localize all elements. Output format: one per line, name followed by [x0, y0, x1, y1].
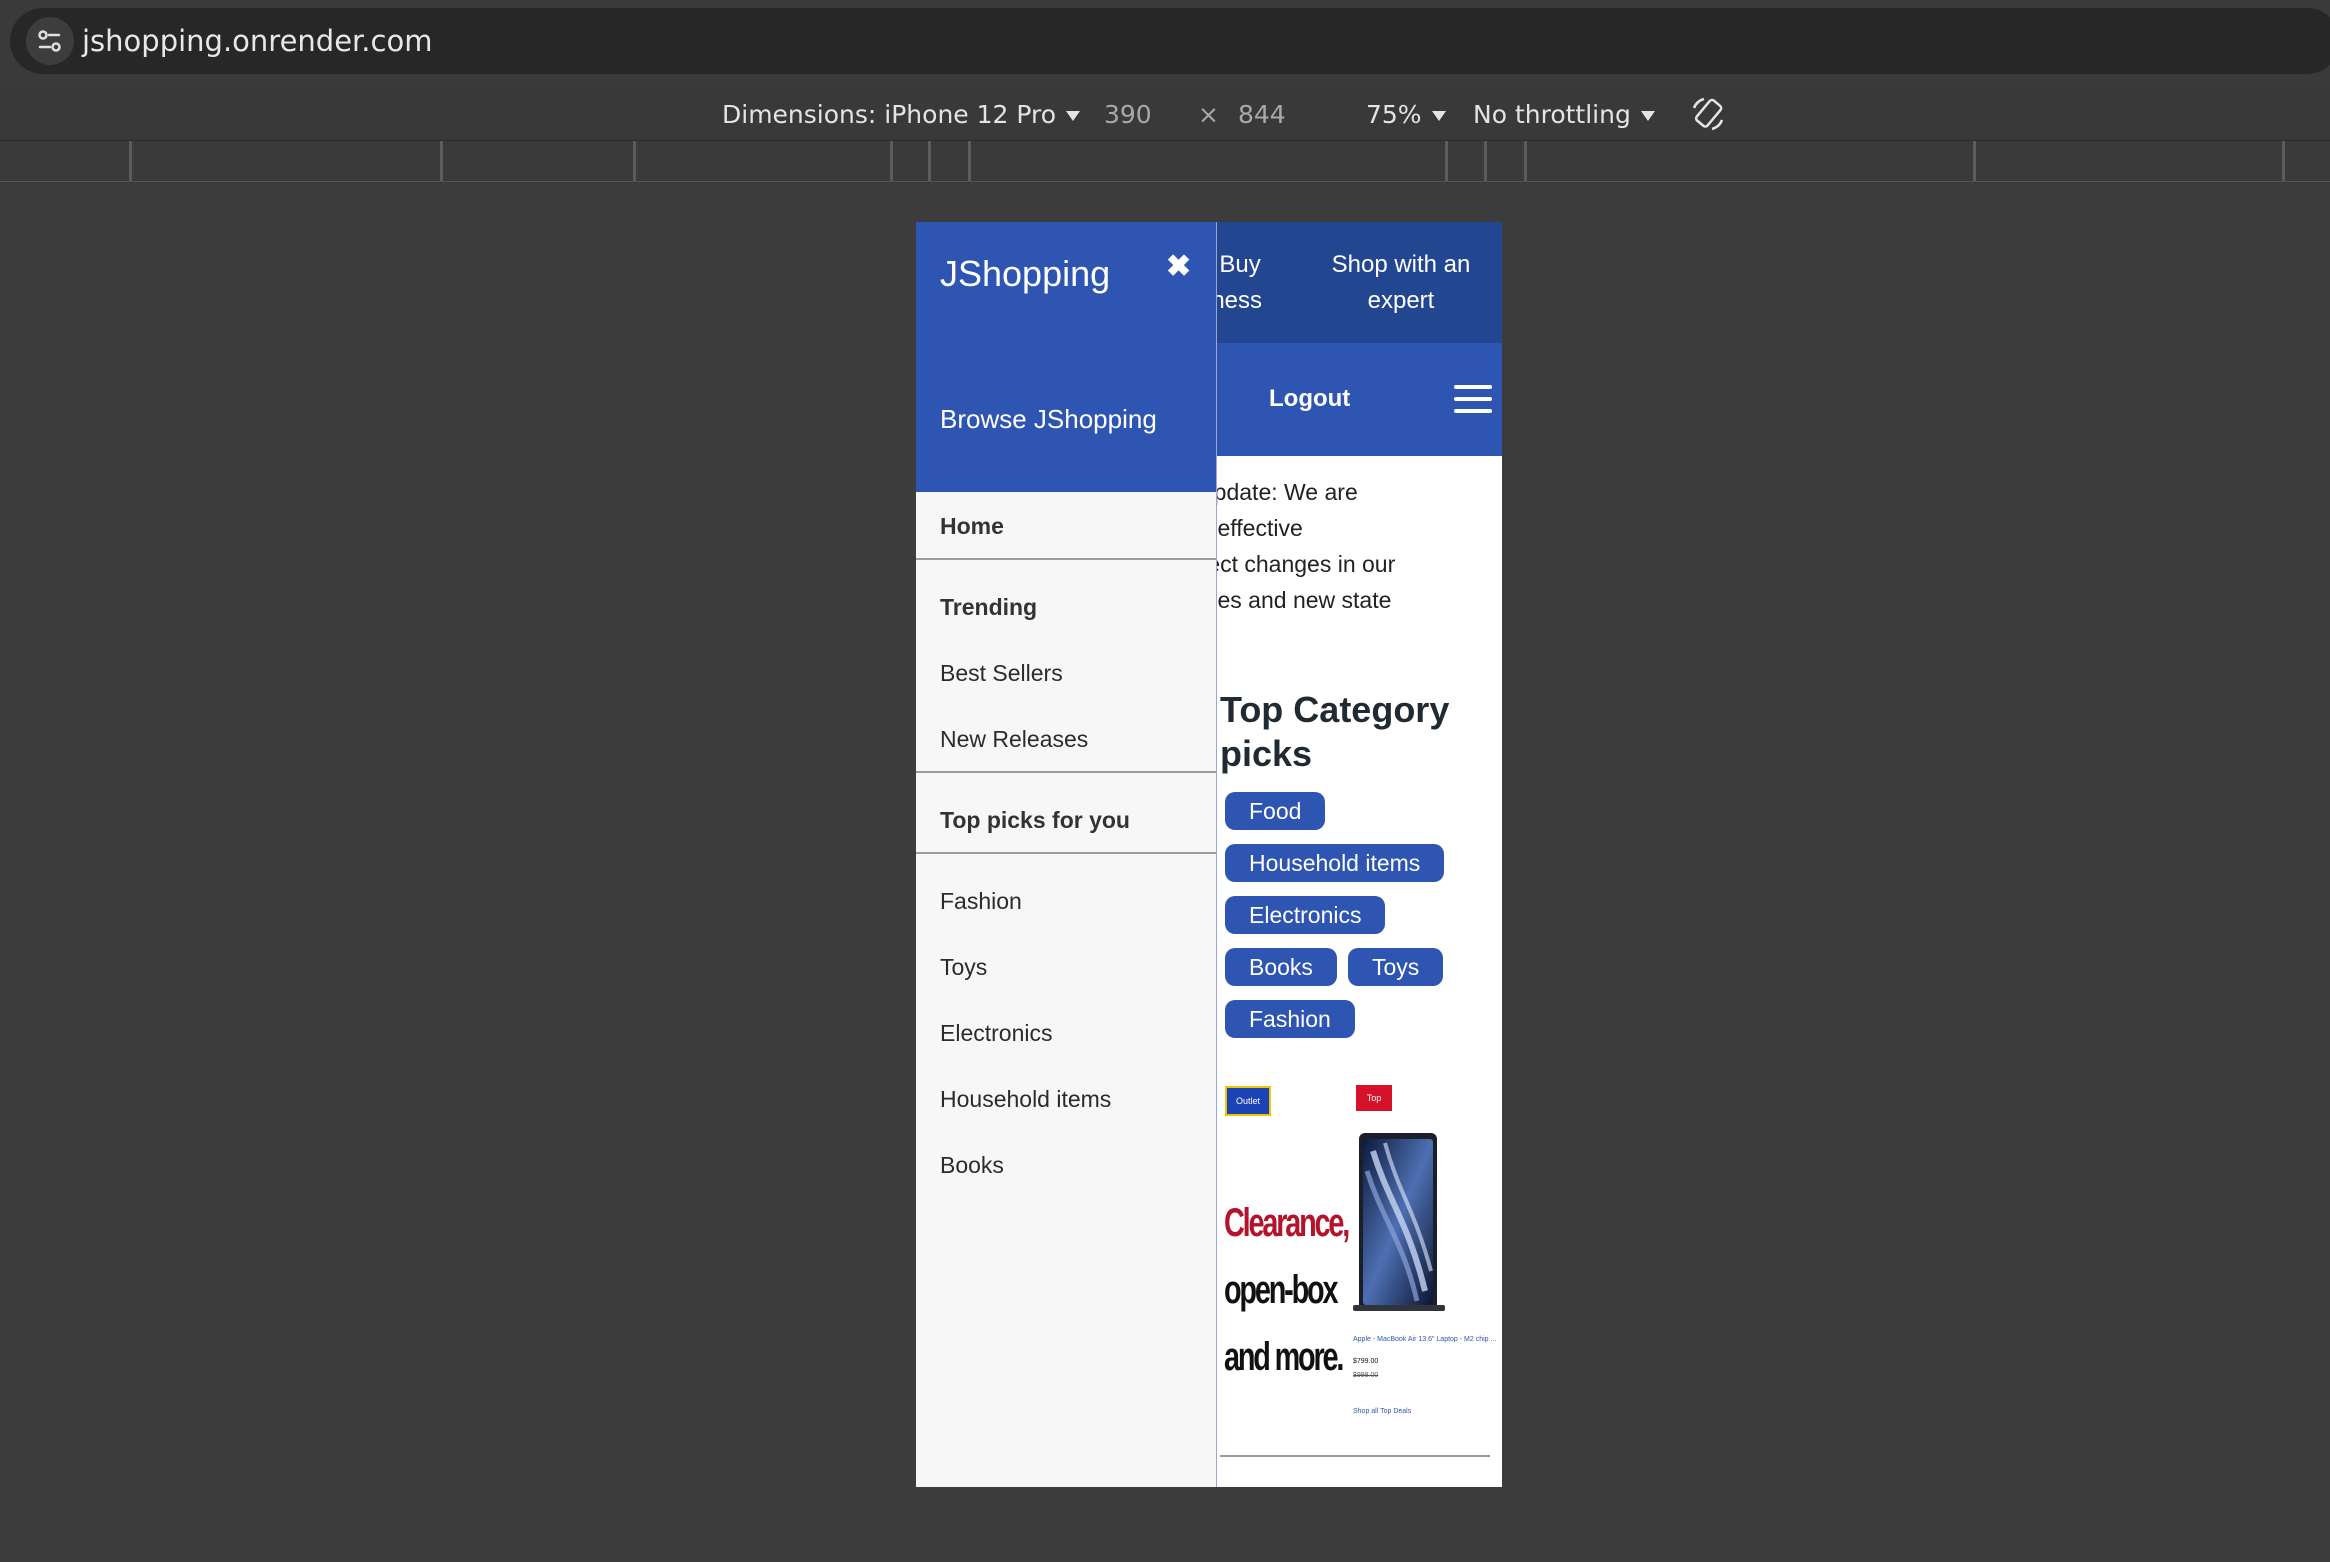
drawer-header: JShopping ✖ Browse JShopping	[916, 222, 1216, 492]
clearance-line-3: and more.	[1224, 1335, 1344, 1379]
category-chip-fashion[interactable]: Fashion	[1225, 1000, 1355, 1038]
device-viewport: st Buy siness Shop with an expert ry Log…	[916, 222, 1502, 1487]
top-category-title: Top Category picks	[1220, 689, 1450, 774]
site-settings-icon[interactable]	[26, 17, 74, 65]
product-price: $799.00	[1353, 1358, 1379, 1365]
clearance-line-1: Clearance,	[1224, 1201, 1350, 1245]
category-chip-electronics[interactable]: Electronics	[1225, 896, 1386, 934]
drawer-divider	[916, 852, 1216, 854]
device-dimensions-dropdown[interactable]: Dimensions: iPhone 12 Pro	[722, 100, 1081, 129]
close-icon[interactable]: ✖	[1166, 249, 1191, 284]
ruler-tick[interactable]	[633, 141, 636, 181]
category-chip-books[interactable]: Books	[1225, 948, 1337, 986]
ruler-tick[interactable]	[129, 141, 132, 181]
address-bar[interactable]: jshopping.onrender.com	[10, 8, 2330, 74]
category-chip-household[interactable]: Household items	[1225, 844, 1445, 882]
drawer-item-household-items[interactable]: Household items	[940, 1086, 1111, 1113]
drawer-item-best-sellers[interactable]: Best Sellers	[940, 660, 1063, 687]
ruler-tick[interactable]	[440, 141, 443, 181]
drawer-item-home[interactable]: Home	[940, 513, 1004, 540]
chevron-down-icon	[1431, 111, 1446, 121]
chevron-down-icon	[1066, 111, 1081, 121]
viewport-width-input[interactable]: 390	[1104, 100, 1152, 129]
device-dimensions-label: Dimensions: iPhone 12 Pro	[722, 100, 1057, 129]
logout-link[interactable]: Logout	[1269, 385, 1350, 413]
shop-top-deals-link[interactable]: Shop all Top Deals	[1353, 1408, 1411, 1415]
ruler-tick[interactable]	[968, 141, 971, 181]
drawer-item-electronics[interactable]: Electronics	[940, 1020, 1052, 1047]
category-chip-toys[interactable]: Toys	[1348, 948, 1444, 986]
policy-notice: y update: We are icy effective eflect ch…	[1183, 479, 1396, 613]
top-deals-badge[interactable]: Top Deals	[1356, 1085, 1392, 1129]
clearance-promo[interactable]: Clearance, open-box and more.	[1224, 1190, 1350, 1391]
drawer-item-fashion[interactable]: Fashion	[940, 888, 1022, 915]
macbook-air-image[interactable]	[1353, 1131, 1445, 1311]
drawer-item-toys[interactable]: Toys	[940, 954, 987, 981]
category-chip-food[interactable]: Food	[1225, 792, 1326, 830]
zoom-dropdown[interactable]: 75%	[1366, 100, 1446, 129]
browse-title: Browse JShopping	[940, 404, 1157, 434]
drawer-heading-top-picks: Top picks for you	[940, 807, 1130, 833]
media-query-ruler	[0, 141, 2330, 182]
drawer-item-books[interactable]: Books	[940, 1152, 1004, 1179]
browser-toolbar: jshopping.onrender.com	[0, 0, 2330, 89]
shop-with-expert-link[interactable]: Shop with an expert	[1306, 247, 1496, 319]
outlet-deals-badge[interactable]: Outlet Deals	[1225, 1086, 1271, 1132]
clearance-line-2: open-box	[1224, 1268, 1338, 1312]
product-title[interactable]: Apple - MacBook Air 13.6" Laptop - M2 ch…	[1353, 1336, 1496, 1343]
ruler-tick[interactable]	[1973, 141, 1976, 181]
side-drawer: JShopping ✖ Browse JShopping Home Trendi…	[916, 222, 1217, 1487]
product-original-price: $999.00	[1353, 1372, 1379, 1379]
ruler-tick[interactable]	[890, 141, 893, 181]
drawer-divider	[916, 558, 1216, 560]
rotate-icon[interactable]	[1688, 94, 1728, 134]
drawer-heading-trending: Trending	[940, 594, 1038, 620]
dimension-times-symbol: ×	[1198, 100, 1219, 129]
url-text[interactable]: jshopping.onrender.com	[82, 24, 432, 58]
ruler-tick[interactable]	[928, 141, 931, 181]
throttling-dropdown[interactable]: No throttling	[1473, 100, 1655, 129]
drawer-item-new-releases[interactable]: New Releases	[940, 726, 1088, 753]
chevron-down-icon	[1640, 111, 1655, 121]
viewport-height-input[interactable]: 844	[1238, 100, 1286, 129]
throttling-label: No throttling	[1473, 100, 1631, 129]
section-divider	[1220, 1455, 1490, 1457]
drawer-divider	[916, 771, 1216, 773]
brand-title[interactable]: JShopping	[940, 253, 1110, 295]
ruler-tick[interactable]	[1484, 141, 1487, 181]
hamburger-menu-icon[interactable]	[1454, 385, 1492, 415]
ruler-tick[interactable]	[1445, 141, 1448, 181]
device-toolbar: Dimensions: iPhone 12 Pro 390 × 844 75% …	[0, 88, 2330, 141]
ruler-tick[interactable]	[1524, 141, 1527, 181]
ruler-tick[interactable]	[2282, 141, 2285, 181]
zoom-label: 75%	[1366, 100, 1422, 129]
